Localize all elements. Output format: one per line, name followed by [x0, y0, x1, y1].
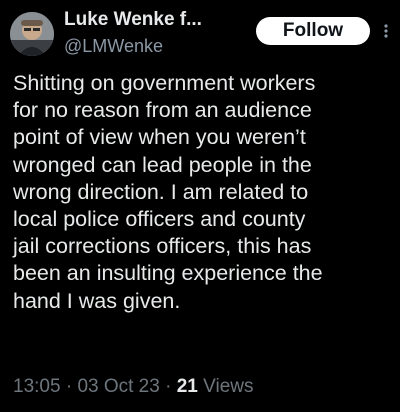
tweet-card: Luke Wenke f... @LMWenke Follow Shitting…: [0, 0, 400, 412]
views-count: 21: [176, 376, 204, 397]
tweet-text-line: been an insulting experience the: [13, 261, 323, 286]
tweet-text: Shitting on government workers for no re…: [13, 70, 393, 315]
tweet-text-line: for no reason from an audience: [13, 98, 312, 123]
more-vertical-icon[interactable]: [382, 23, 390, 39]
tweet-text-line: point of view when you weren’t: [13, 125, 306, 150]
author-display-name[interactable]: Luke Wenke f...: [64, 8, 254, 32]
author-handle[interactable]: @LMWenke: [64, 35, 254, 57]
tweet-text-line: Shitting on government workers: [13, 71, 316, 95]
tweet-header: Luke Wenke f... @LMWenke Follow: [0, 0, 400, 66]
tweet-text-line: wronged can lead people in the: [13, 152, 312, 177]
avatar[interactable]: [10, 12, 54, 56]
tweet-text-line: jail corrections officers, this has: [13, 234, 312, 259]
tweet-text-line: wrong direction. I am related to: [13, 179, 309, 204]
views-label: Views: [203, 376, 254, 397]
author-names: Luke Wenke f... @LMWenke: [64, 8, 254, 57]
meta-separator: ·: [165, 376, 177, 397]
avatar-image: [10, 12, 54, 56]
tweet-text-line: local police officers and county: [13, 207, 306, 232]
follow-button[interactable]: Follow: [256, 17, 370, 45]
tweet-date[interactable]: 03 Oct 23: [77, 376, 159, 397]
meta-separator: ·: [65, 376, 78, 397]
tweet-time[interactable]: 13:05: [13, 376, 61, 397]
tweet-meta: 13:05 · 03 Oct 23 · 21 Views: [13, 375, 253, 399]
tweet-text-line: hand I was given.: [13, 288, 181, 313]
